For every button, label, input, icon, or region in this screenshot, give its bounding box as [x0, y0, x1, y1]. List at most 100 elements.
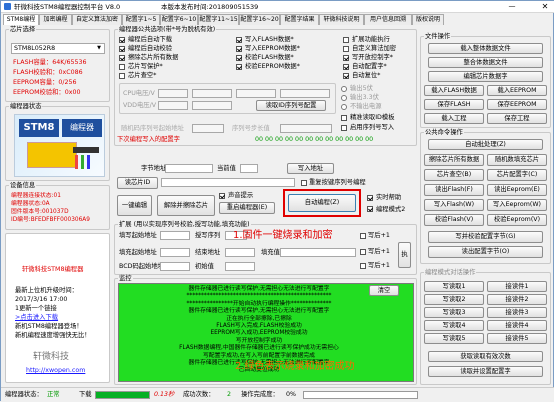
erase-all-button[interactable]: 擦除芯片所有数据: [424, 154, 484, 166]
minimize-icon[interactable]: —: [506, 3, 518, 11]
get-count-button[interactable]: 获取读取有效次数: [428, 351, 543, 362]
read-chip-id-button[interactable]: 读芯片ID: [117, 177, 158, 189]
restart-programmer-button[interactable]: 重启编程器(E): [219, 202, 275, 214]
param-input-3[interactable]: [280, 89, 330, 98]
bcd-start-input[interactable]: [160, 262, 190, 271]
chip-model-select[interactable]: STM8L052R8 ▼: [11, 43, 105, 54]
special-btn-6[interactable]: 接读件3: [487, 307, 547, 318]
bcd-init-input[interactable]: [225, 262, 255, 271]
tab-cfg16[interactable]: 配置字16~20: [239, 14, 280, 25]
tab-about[interactable]: 轩微科技说明: [319, 14, 364, 25]
read-flash-button[interactable]: 读出Flash(F): [424, 184, 484, 196]
close-icon[interactable]: ✕: [538, 2, 552, 12]
chip-config-button[interactable]: 芯片配置字(C): [487, 169, 547, 181]
mode2-checkbox[interactable]: [367, 206, 373, 212]
write-plus1-a[interactable]: [360, 233, 366, 239]
special-btn-7[interactable]: 写读取4: [424, 320, 484, 331]
clear-log-button[interactable]: 清空: [369, 285, 399, 296]
opt-erase-all[interactable]: [119, 55, 125, 61]
opt-verify-flash[interactable]: [236, 55, 242, 61]
param-input-1[interactable]: [192, 89, 232, 98]
opt-blank-check[interactable]: [119, 73, 125, 79]
special-btn-10[interactable]: 接读件5: [487, 333, 547, 344]
opt-write-flash[interactable]: [236, 37, 242, 43]
write-verify-config-button[interactable]: 写并校验配置字节(G): [428, 231, 543, 243]
tab-user-info[interactable]: 用户信息回溯: [364, 14, 412, 25]
radio-no-power[interactable]: [341, 104, 347, 110]
opt-auto-verify[interactable]: [119, 46, 125, 52]
special-btn-8[interactable]: 接读件4: [487, 320, 547, 331]
opt-auto-download[interactable]: [119, 37, 125, 43]
news-download-link[interactable]: >点击进入下载: [15, 314, 58, 322]
tab-custom[interactable]: 自定义算法加密: [72, 14, 122, 25]
special-btn-3[interactable]: 写读取2: [424, 294, 484, 305]
write-flash-button[interactable]: 写入Flash(W): [424, 199, 484, 211]
fill-value-input[interactable]: [280, 248, 356, 257]
opt-custom-encrypt[interactable]: [343, 46, 349, 52]
special-btn-9[interactable]: 写读取5: [424, 333, 484, 344]
verify-flash-button[interactable]: 校验Flash(V): [424, 214, 484, 226]
read-config-button[interactable]: 读出配置字节(O): [428, 246, 543, 258]
param-input-2[interactable]: [236, 89, 276, 98]
website-link[interactable]: http://xwopen.com: [26, 367, 85, 375]
opt-write-eeprom[interactable]: [236, 46, 242, 52]
load-flash-button[interactable]: 载入FLASH数据: [424, 85, 484, 96]
read-eeprom-button[interactable]: 读出Eeprom(E): [487, 184, 547, 196]
tab-cfg1[interactable]: 配置字1~5: [122, 14, 160, 25]
tab-encrypt[interactable]: 加密编程: [39, 14, 72, 25]
write-plus1-b[interactable]: [360, 249, 366, 255]
write-plus1-c[interactable]: [360, 263, 366, 269]
save-project-button[interactable]: 保存工程: [487, 113, 547, 124]
serial-start-input[interactable]: [192, 124, 224, 133]
auto-program-button[interactable]: 自动编程(Z): [288, 194, 356, 212]
special-btn-2[interactable]: 接读件1: [487, 281, 547, 292]
edit-chip-data-button[interactable]: 编辑芯片数据字: [428, 71, 543, 82]
byte-addr-input[interactable]: [165, 164, 213, 173]
opt-verify-eeprom[interactable]: [236, 64, 242, 70]
save-eeprom-button[interactable]: 保存EEPROM: [487, 99, 547, 110]
enable-serial-checkbox[interactable]: [341, 125, 347, 131]
auto-batch-button[interactable]: 自动批处理(Z): [428, 139, 543, 150]
cpu-voltage-input[interactable]: [158, 89, 188, 98]
unlock-erase-button[interactable]: 解除并擦除芯片: [157, 195, 215, 216]
verify-eeprom-button[interactable]: 校验Eeprom(V): [487, 214, 547, 226]
opt-write-protect[interactable]: [119, 64, 125, 70]
read-set-config-button[interactable]: 读取并设置配置字: [428, 366, 543, 377]
fill-start-input[interactable]: [160, 248, 190, 257]
load-all-data-button[interactable]: 载入整体数据文件: [428, 43, 543, 54]
blank-check-button[interactable]: 芯片查空(B): [424, 169, 484, 181]
merge-data-button[interactable]: 整合体数据文件: [428, 57, 543, 68]
opt-auto-cfg[interactable]: [343, 64, 349, 70]
write-address-button[interactable]: 写入地址: [287, 163, 334, 174]
tab-cfg11[interactable]: 配置字11~15: [198, 14, 239, 25]
radio-5v[interactable]: [341, 86, 347, 92]
fill-end-input[interactable]: [225, 248, 255, 257]
write-start-input[interactable]: [160, 231, 190, 240]
tab-stm8[interactable]: STM8编程: [3, 14, 39, 25]
repeat-serial-checkbox[interactable]: [301, 180, 307, 186]
random-fill-button[interactable]: 随机数填充芯片: [487, 154, 547, 166]
radio-33v[interactable]: [341, 95, 347, 101]
realtime-help-checkbox[interactable]: [367, 195, 373, 201]
param-input-4[interactable]: [192, 101, 232, 110]
sound-checkbox[interactable]: [219, 193, 225, 199]
opt-auto-reset[interactable]: [343, 73, 349, 79]
opt-write-ctrl[interactable]: [343, 55, 349, 61]
vdd-voltage-input[interactable]: [158, 101, 188, 110]
special-btn-4[interactable]: 接读件2: [487, 294, 547, 305]
serial-step-input[interactable]: [280, 124, 332, 133]
special-btn-5[interactable]: 写读取3: [424, 307, 484, 318]
load-eeprom-button[interactable]: 载入EEPROM: [487, 85, 547, 96]
opt-ext-func[interactable]: [343, 37, 349, 43]
load-project-button[interactable]: 载入工程: [424, 113, 484, 124]
execute-button[interactable]: 执行: [398, 242, 411, 268]
cur-value-input[interactable]: [240, 164, 258, 173]
write-eeprom-button[interactable]: 写入Eeprom(W): [487, 199, 547, 211]
tab-cfg-result[interactable]: 配置字结果: [280, 14, 319, 25]
read-id-config-button[interactable]: 读取ID序列号配置: [256, 100, 326, 111]
save-flash-button[interactable]: 保存FLASH: [424, 99, 484, 110]
special-btn-1[interactable]: 写读取1: [424, 281, 484, 292]
one-key-button[interactable]: 一键编辑: [117, 195, 152, 216]
tab-cfg6[interactable]: 配置字6~10: [160, 14, 198, 25]
tab-copyright[interactable]: 版权说明: [412, 14, 444, 25]
